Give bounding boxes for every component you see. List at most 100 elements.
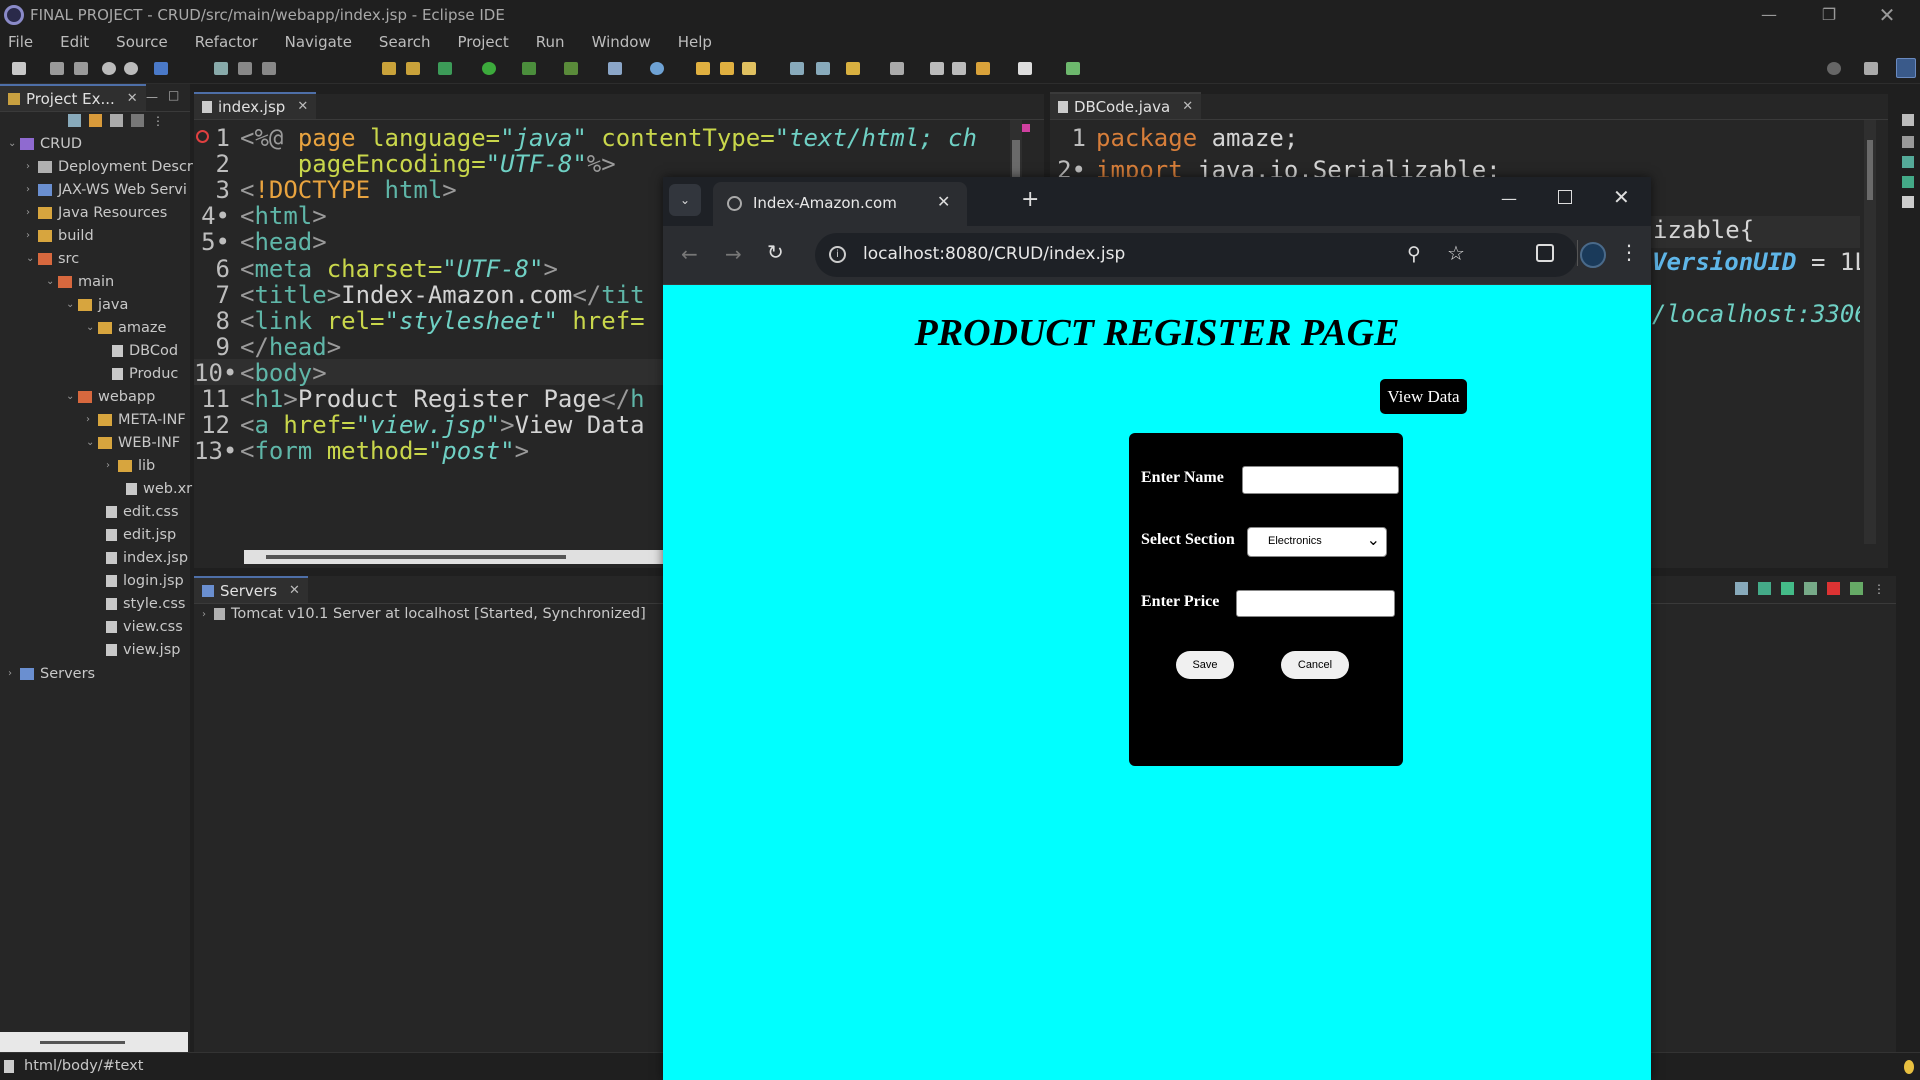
new-server-icon[interactable] — [608, 62, 622, 75]
menu-run[interactable]: Run — [536, 33, 565, 51]
debug-icon[interactable] — [438, 62, 452, 75]
section-select[interactable]: Electronics ⌄ — [1247, 527, 1387, 557]
save-icon[interactable] — [50, 62, 64, 75]
next-edit-icon[interactable] — [1018, 62, 1032, 75]
forward-icon[interactable]: → — [725, 242, 742, 266]
filter-icon[interactable] — [110, 114, 123, 127]
perspective-icon[interactable] — [1066, 62, 1080, 75]
tree-item-crud[interactable]: ⌄ CRUD — [8, 134, 82, 153]
minimize-view-icon[interactable]: — — [146, 90, 158, 104]
run-icon[interactable] — [482, 62, 496, 75]
tab-search-icon[interactable]: ⌄ — [669, 184, 701, 216]
forward-nav-icon[interactable] — [952, 62, 966, 75]
undo-icon[interactable] — [102, 62, 116, 75]
redo-icon[interactable] — [124, 62, 138, 75]
tab-servers[interactable]: Servers ✕ — [194, 576, 308, 603]
last-edit-icon[interactable] — [976, 62, 990, 75]
tree-item-build[interactable]: › build — [26, 226, 94, 245]
close-tab-icon[interactable]: ✕ — [297, 99, 308, 114]
tree-item-src[interactable]: ⌄ src — [26, 249, 79, 268]
open-folder-icon[interactable] — [696, 62, 710, 75]
tab-dbcode-java[interactable]: DBCode.java ✕ — [1050, 92, 1202, 119]
view-menu-icon[interactable]: ⋮ — [1873, 582, 1886, 596]
close-tab-icon[interactable]: ✕ — [937, 192, 950, 211]
quick-access-icon[interactable] — [1827, 62, 1841, 75]
zoom-icon[interactable]: ⚲ — [1407, 243, 1421, 265]
browser-maximize-icon[interactable] — [1558, 190, 1572, 204]
external-tools-icon[interactable] — [564, 62, 578, 75]
tree-item-main[interactable]: ⌄ main — [46, 272, 114, 291]
menu-project[interactable]: Project — [457, 33, 508, 51]
annotation-icon[interactable] — [846, 62, 860, 75]
collapse-all-icon[interactable] — [68, 114, 81, 127]
new-tab-icon[interactable]: + — [1021, 187, 1039, 212]
tree-item-java[interactable]: ⌄ java — [66, 295, 128, 314]
bookmark-star-icon[interactable]: ☆ — [1447, 241, 1465, 265]
tab-index-jsp[interactable]: index.jsp ✕ — [194, 92, 317, 119]
price-input[interactable] — [1236, 590, 1395, 617]
suspend-icon[interactable] — [238, 62, 252, 75]
minimize-icon[interactable]: — — [1740, 0, 1798, 29]
tree-item-meta-inf[interactable]: › META-INF — [86, 410, 186, 429]
name-input[interactable] — [1242, 466, 1399, 494]
tree-item-edit-css[interactable]: edit.css — [106, 502, 179, 521]
start-server-icon[interactable] — [1781, 582, 1794, 595]
tree-item-style-css[interactable]: style.css — [106, 594, 185, 613]
outline-icon[interactable] — [1902, 136, 1914, 148]
tree-item-java-resources[interactable]: › Java Resources — [26, 203, 167, 222]
close-tab-icon[interactable]: ✕ — [289, 583, 300, 598]
tree-item-view-css[interactable]: view.css — [106, 617, 183, 636]
search-toolbar-icon[interactable] — [790, 62, 804, 75]
task-list-icon[interactable] — [1902, 156, 1914, 168]
tree-item-dbcode[interactable]: DBCod — [112, 341, 178, 360]
new-icon[interactable] — [12, 62, 26, 75]
toggle-icon[interactable] — [816, 62, 830, 75]
menu-source[interactable]: Source — [116, 33, 168, 51]
palette-icon[interactable] — [1902, 176, 1914, 188]
url-field[interactable]: i localhost:8080/CRUD/index.jsp ⚲ ☆ — [815, 233, 1577, 277]
tree-item-view-jsp[interactable]: view.jsp — [106, 640, 180, 659]
java-ee-perspective-icon[interactable] — [1896, 58, 1916, 78]
view-menu-icon[interactable]: ⋮ — [152, 114, 165, 128]
menu-edit[interactable]: Edit — [60, 33, 89, 51]
browser-close-icon[interactable]: ✕ — [1613, 185, 1630, 209]
properties-icon[interactable] — [1902, 196, 1914, 208]
resume-icon[interactable] — [214, 62, 228, 75]
menu-search[interactable]: Search — [379, 33, 431, 51]
tree-item-index-jsp[interactable]: index.jsp — [106, 548, 188, 567]
menu-navigate[interactable]: Navigate — [285, 33, 352, 51]
tree-item-webxml[interactable]: web.xr — [126, 479, 192, 498]
tree-item-edit-jsp[interactable]: edit.jsp — [106, 525, 176, 544]
site-info-icon[interactable]: i — [829, 246, 846, 263]
restore-icon[interactable]: ❐ — [1800, 0, 1858, 29]
profile-server-icon[interactable] — [1804, 582, 1817, 595]
focus-icon[interactable] — [131, 114, 144, 127]
reload-icon[interactable]: ↻ — [767, 240, 784, 264]
back-icon[interactable] — [930, 62, 944, 75]
menu-refactor[interactable]: Refactor — [195, 33, 258, 51]
maximize-view-icon[interactable]: □ — [168, 88, 179, 102]
coverage-icon[interactable] — [522, 62, 536, 75]
menu-help[interactable]: Help — [678, 33, 712, 51]
close-icon[interactable]: ✕ — [1858, 0, 1916, 29]
save-all-icon[interactable] — [74, 62, 88, 75]
vertical-scrollbar[interactable] — [1864, 120, 1876, 544]
scroll-thumb[interactable] — [266, 555, 566, 559]
publish-icon[interactable] — [1850, 582, 1863, 595]
web-browser-icon[interactable] — [650, 62, 664, 75]
tree-item-deployment[interactable]: › Deployment Descr — [26, 157, 193, 176]
terminate-icon[interactable] — [262, 62, 276, 75]
stop-server-icon[interactable] — [1827, 582, 1840, 595]
tree-item-web-inf[interactable]: ⌄ WEB-INF — [86, 433, 180, 452]
browser-tab[interactable]: Index-Amazon.com ✕ — [713, 182, 967, 226]
expand-icon[interactable]: › — [202, 609, 214, 620]
browser-minimize-icon[interactable]: — — [1501, 189, 1517, 208]
tree-item-amaze[interactable]: ⌄ amaze — [86, 318, 166, 337]
back-icon[interactable]: ← — [681, 242, 698, 266]
restore-view-icon[interactable] — [1902, 114, 1914, 126]
menu-file[interactable]: File — [8, 33, 33, 51]
link-editor-icon[interactable] — [89, 114, 102, 127]
open-perspective-icon[interactable] — [1864, 62, 1878, 75]
cancel-button[interactable]: Cancel — [1281, 651, 1349, 679]
extensions-icon[interactable] — [1536, 244, 1554, 262]
